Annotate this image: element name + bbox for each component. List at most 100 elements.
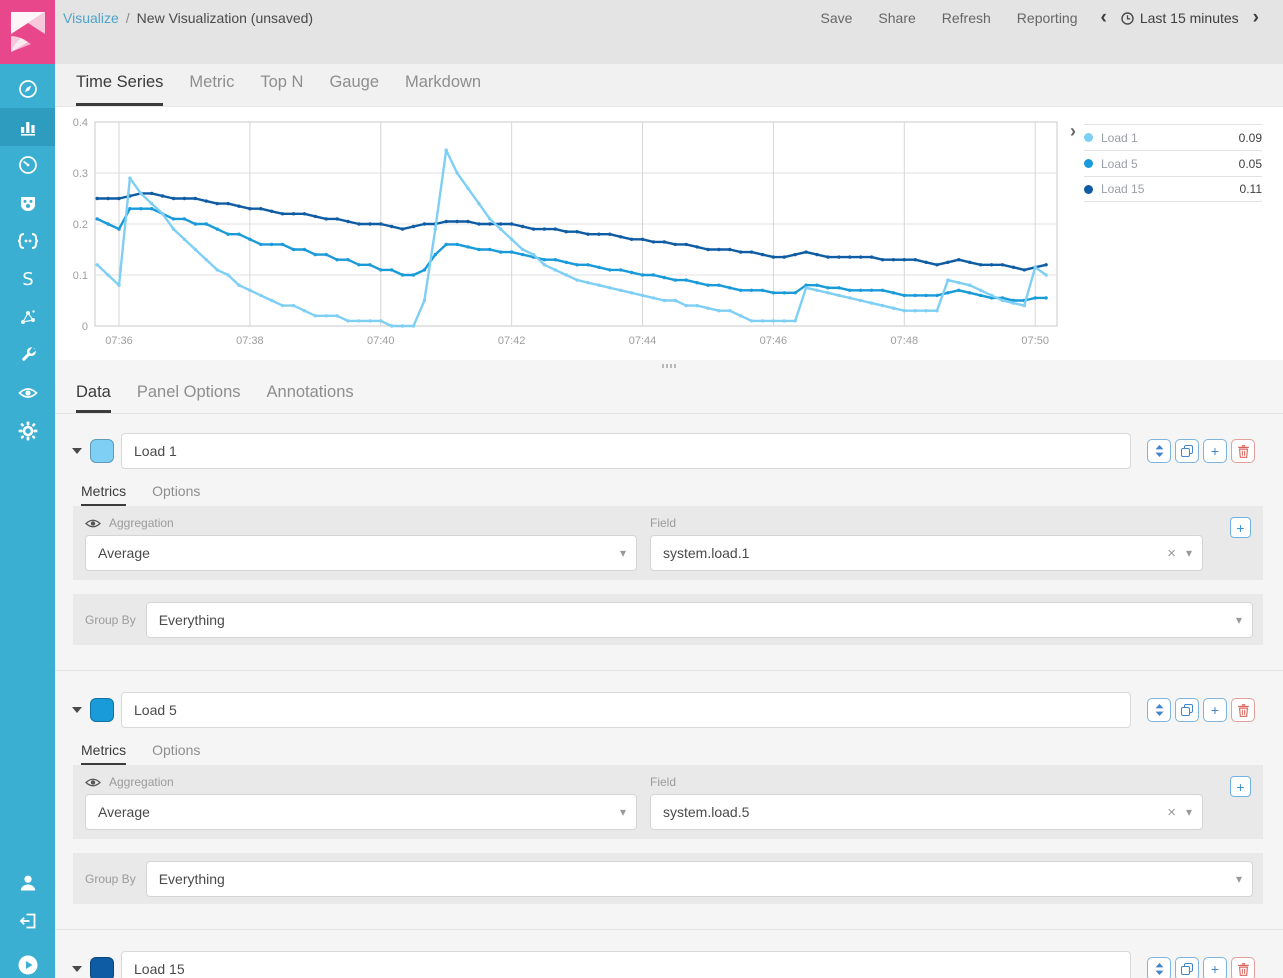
group-by-select[interactable]: Everything ▾ — [146, 602, 1253, 638]
series-delete-button[interactable] — [1231, 698, 1255, 722]
series-sort-button[interactable] — [1147, 698, 1171, 722]
series-add-button[interactable]: + — [1203, 698, 1227, 722]
time-range-back-button[interactable]: ‹ — [1091, 10, 1117, 26]
sidebar-item-discover[interactable] — [0, 70, 55, 108]
breadcrumb-visualize-link[interactable]: Visualize — [63, 10, 119, 26]
tab-metric[interactable]: Metric — [189, 64, 234, 106]
eye-icon — [85, 777, 101, 788]
svg-text:0.2: 0.2 — [73, 219, 88, 231]
aggregation-select[interactable]: Average ▾ — [85, 535, 637, 571]
clear-icon[interactable]: × — [1167, 545, 1176, 562]
save-button[interactable]: Save — [807, 10, 865, 26]
series-collapse-caret[interactable] — [72, 448, 82, 454]
tab-metrics[interactable]: Metrics — [81, 483, 126, 506]
chevron-down-icon: ▾ — [1186, 546, 1192, 560]
series-color-swatch[interactable] — [90, 957, 114, 978]
tab-gauge[interactable]: Gauge — [329, 64, 379, 106]
group-by-row: Group By Everything ▾ — [73, 594, 1263, 645]
chevron-down-icon: ▾ — [1186, 805, 1192, 819]
sidebar-item-dashboard[interactable] — [0, 146, 55, 184]
viz-type-tabs: Time Series Metric Top N Gauge Markdown — [55, 64, 1283, 107]
chevron-down-icon: ▾ — [1236, 613, 1242, 627]
sort-arrows-icon — [1155, 445, 1164, 457]
plus-icon: + — [1211, 444, 1219, 458]
breadcrumb-separator: / — [126, 10, 130, 26]
sidebar-item-timelion[interactable] — [0, 184, 55, 222]
series-color-swatch[interactable] — [90, 439, 114, 463]
kibana-logo[interactable] — [0, 0, 55, 64]
aggregation-select[interactable]: Average ▾ — [85, 794, 637, 830]
tab-top-n[interactable]: Top N — [260, 64, 303, 106]
field-select[interactable]: system.load.1 × ▾ — [650, 535, 1203, 571]
series-color-swatch[interactable] — [90, 698, 114, 722]
time-range-forward-button[interactable]: › — [1243, 10, 1269, 26]
sidebar-item-logout[interactable] — [0, 902, 55, 940]
timepicker-button[interactable]: Last 15 minutes — [1117, 10, 1243, 26]
letter-s-icon: S — [18, 268, 38, 290]
sidebar-item-dev-tools[interactable] — [0, 336, 55, 374]
sidebar-item-monitoring[interactable] — [0, 374, 55, 412]
series-add-button[interactable]: + — [1203, 957, 1227, 978]
series-clone-button[interactable] — [1175, 957, 1199, 978]
sidebar-item-management[interactable] — [0, 412, 55, 450]
eye-icon — [85, 518, 101, 529]
plus-icon: + — [1211, 962, 1219, 976]
series-delete-button[interactable] — [1231, 439, 1255, 463]
sort-arrows-icon — [1155, 963, 1164, 975]
tab-options[interactable]: Options — [152, 742, 200, 765]
group-by-select[interactable]: Everything ▾ — [146, 861, 1253, 897]
series-sort-button[interactable] — [1147, 957, 1171, 978]
wrench-icon — [18, 345, 38, 365]
svg-text:07:44: 07:44 — [629, 335, 657, 347]
tab-data[interactable]: Data — [76, 383, 111, 413]
series-tabs: Metrics Options — [81, 742, 1283, 765]
panel-resize-handle[interactable] — [55, 360, 1283, 372]
trash-icon — [1238, 963, 1249, 976]
resize-grip-icon — [662, 364, 676, 368]
series-delete-button[interactable] — [1231, 957, 1255, 978]
config-panel: Data Panel Options Annotations — [55, 372, 1283, 978]
refresh-button[interactable]: Refresh — [929, 10, 1004, 26]
add-metric-button[interactable]: + — [1230, 517, 1251, 538]
series-label-input[interactable] — [121, 951, 1131, 978]
sidebar-item-dev-app[interactable] — [0, 222, 55, 260]
series-add-button[interactable]: + — [1203, 439, 1227, 463]
tab-time-series[interactable]: Time Series — [76, 64, 163, 106]
clear-icon[interactable]: × — [1167, 804, 1176, 821]
timelion-mask-icon — [18, 193, 38, 213]
sidebar-item-visualize[interactable] — [0, 108, 55, 146]
time-series-chart[interactable]: 00.10.20.30.407:3607:3807:4007:4207:4407… — [63, 112, 1127, 357]
field-label: Field — [650, 516, 676, 530]
legend-item-load-1[interactable]: Load 1 0.09 — [1084, 124, 1262, 150]
sidebar-item-graph[interactable] — [0, 298, 55, 336]
sidebar-item-s-plugin[interactable]: S — [0, 260, 55, 298]
svg-text:0.1: 0.1 — [73, 270, 88, 282]
graph-network-icon — [18, 307, 38, 327]
tab-annotations[interactable]: Annotations — [267, 383, 354, 413]
chevron-down-icon: ▾ — [620, 546, 626, 560]
tab-metrics[interactable]: Metrics — [81, 742, 126, 765]
series-clone-button[interactable] — [1175, 698, 1199, 722]
legend-dot — [1084, 159, 1093, 168]
tab-options[interactable]: Options — [152, 483, 200, 506]
chevron-down-icon: ▾ — [620, 805, 626, 819]
series-collapse-caret[interactable] — [72, 707, 82, 713]
series-label-input[interactable] — [121, 692, 1131, 728]
legend-toggle-button[interactable]: › — [1070, 122, 1076, 140]
sidebar-item-account[interactable] — [0, 864, 55, 902]
tab-markdown[interactable]: Markdown — [405, 64, 481, 106]
series-clone-button[interactable] — [1175, 439, 1199, 463]
reporting-button[interactable]: Reporting — [1004, 10, 1091, 26]
series-label-input[interactable] — [121, 433, 1131, 469]
add-metric-button[interactable]: + — [1230, 776, 1251, 797]
legend-item-load-5[interactable]: Load 5 0.05 — [1084, 150, 1262, 176]
monitoring-eye-icon — [18, 386, 38, 400]
series-sort-button[interactable] — [1147, 439, 1171, 463]
share-button[interactable]: Share — [865, 10, 928, 26]
series-actions: + — [1147, 957, 1255, 978]
field-select[interactable]: system.load.5 × ▾ — [650, 794, 1203, 830]
tab-panel-options[interactable]: Panel Options — [137, 383, 241, 413]
series-collapse-caret[interactable] — [72, 966, 82, 972]
legend-item-load-15[interactable]: Load 15 0.11 — [1084, 176, 1262, 202]
sidebar-item-collapse[interactable] — [0, 946, 55, 978]
